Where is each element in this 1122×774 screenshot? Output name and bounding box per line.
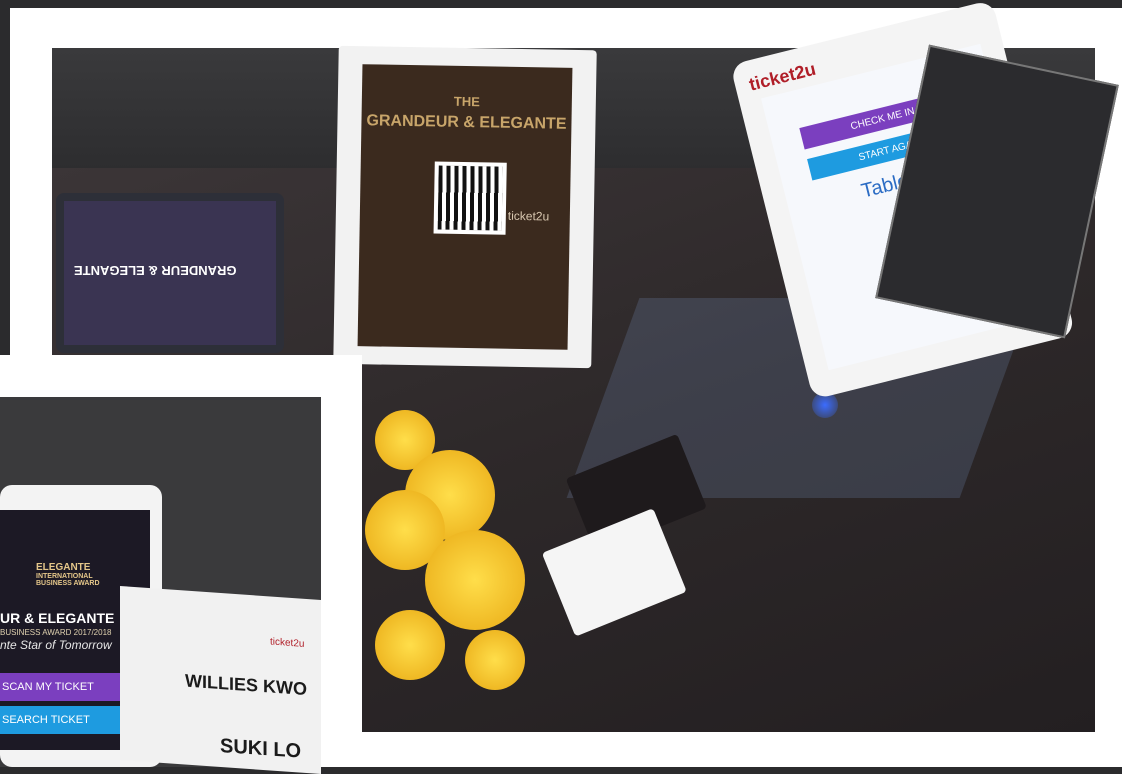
flower: [425, 530, 525, 630]
scan-ticket-button[interactable]: SCAN MY TICKET: [0, 673, 132, 701]
name-label-1: WILLIES KWO: [185, 670, 307, 700]
search-ticket-button[interactable]: SEARCH TICKET: [0, 706, 132, 734]
left-tablet: GRANDEUR & ELEGANTE: [56, 193, 284, 353]
left-tablet-title: GRANDEUR & ELEGANTE: [74, 263, 237, 278]
inset-title: UR & ELEGANTE: [0, 610, 115, 626]
inset-award-line: BUSINESS AWARD 2017/2018: [0, 628, 112, 637]
event-sign: THE GRANDEUR & ELEGANTE ticket2u: [333, 45, 597, 369]
left-tablet-screen: GRANDEUR & ELEGANTE: [64, 201, 276, 345]
sign-brand: ticket2u: [507, 208, 550, 224]
box-brand: ticket2u: [270, 636, 305, 650]
inset-logo: ELEGANTE INTERNATIONAL BUSINESS AWARD: [36, 562, 100, 587]
yellow-flowers: [365, 330, 555, 730]
flower: [465, 630, 525, 690]
sign-panel: THE GRANDEUR & ELEGANTE ticket2u: [357, 64, 573, 350]
sign-title: GRANDEUR & ELEGANTE: [366, 112, 567, 133]
logo-line2: INTERNATIONAL: [36, 573, 93, 580]
logo-line3: BUSINESS AWARD: [36, 580, 100, 587]
sign-pre-title: THE: [453, 93, 480, 110]
name-boxes: ticket2u WILLIES KWO SUKI LO: [120, 585, 321, 774]
inset-subtitle: nte Star of Tomorrow: [0, 638, 112, 652]
logo-line1: ELEGANTE: [36, 562, 91, 573]
qr-code: [433, 161, 507, 235]
flower: [375, 610, 445, 680]
name-label-2: SUKI LO: [220, 734, 302, 763]
